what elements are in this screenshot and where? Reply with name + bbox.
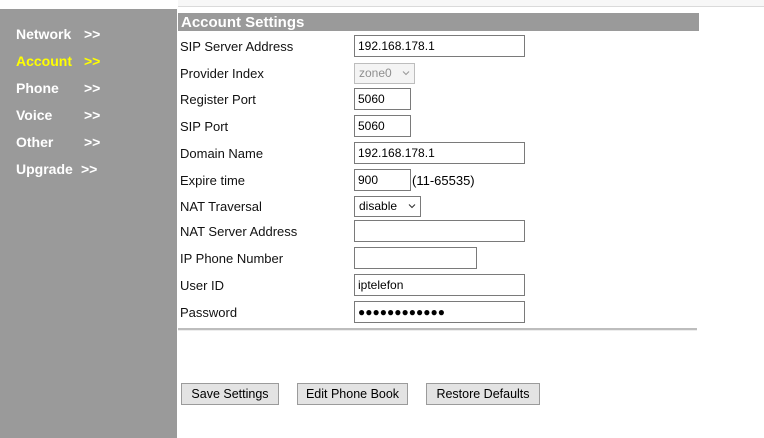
nav-item-network[interactable]: Network >> <box>16 25 100 43</box>
restore-defaults-button[interactable]: Restore Defaults <box>426 383 540 405</box>
nav-arrow: >> <box>84 53 101 69</box>
nav-item-voice[interactable]: Voice >> <box>16 106 100 124</box>
password-input[interactable]: ●●●●●●●●●●●● <box>354 301 525 323</box>
sidebar: Network >> Account >> Phone >> Voice >> Othe… <box>0 9 177 438</box>
ip-phone-number-label: IP Phone Number <box>180 251 284 266</box>
ip-phone-number-input[interactable] <box>354 247 477 269</box>
row-expire-time: Expire time 900 (11-65535) <box>178 169 699 195</box>
nav-arrow: >> <box>81 161 98 177</box>
row-password: Password ●●●●●●●●●●●● <box>178 301 699 327</box>
nav-item-other[interactable]: Other >> <box>16 133 100 151</box>
provider-index-select[interactable]: zone0 <box>354 63 415 84</box>
user-id-input[interactable]: iptelefon <box>354 274 525 296</box>
provider-index-value: zone0 <box>359 66 392 80</box>
register-port-input[interactable]: 5060 <box>354 88 411 110</box>
row-user-id: User ID iptelefon <box>178 274 699 300</box>
edit-phone-book-button[interactable]: Edit Phone Book <box>297 383 408 405</box>
nat-server-address-label: NAT Server Address <box>180 224 298 239</box>
expire-time-label: Expire time <box>180 173 246 188</box>
nav-label: Network <box>16 26 72 42</box>
nav-label: Phone <box>16 80 59 96</box>
provider-index-label: Provider Index <box>180 66 264 81</box>
row-provider-index: Provider Index zone0 <box>178 62 699 88</box>
section-divider <box>178 328 697 331</box>
nat-server-address-input[interactable] <box>354 220 525 242</box>
nav-arrow: >> <box>84 80 101 96</box>
nat-traversal-label: NAT Traversal <box>180 199 262 214</box>
nat-traversal-value: disable <box>359 199 398 213</box>
domain-name-input[interactable]: 192.168.178.1 <box>354 142 525 164</box>
row-sip-port: SIP Port 5060 <box>178 115 699 141</box>
nav-label: Account <box>16 53 72 69</box>
nav-label: Voice <box>16 107 53 123</box>
row-nat-server-address: NAT Server Address <box>178 220 699 246</box>
expire-time-input[interactable]: 900 <box>354 169 411 191</box>
row-ip-phone-number: IP Phone Number <box>178 247 699 273</box>
nav-arrow: >> <box>84 26 101 42</box>
nav-arrow: >> <box>84 107 101 123</box>
domain-name-label: Domain Name <box>180 146 264 161</box>
nav-arrow: >> <box>84 134 101 150</box>
nav-item-phone[interactable]: Phone >> <box>16 79 100 97</box>
nav-item-account[interactable]: Account >> <box>16 52 100 70</box>
sip-server-address-input[interactable]: 192.168.178.1 <box>354 35 525 57</box>
row-sip-server-address: SIP Server Address 192.168.178.1 <box>178 35 699 61</box>
user-id-label: User ID <box>180 278 225 293</box>
register-port-label: Register Port <box>180 92 256 107</box>
expire-time-range-hint: (11-65535) <box>412 173 475 188</box>
sip-port-input[interactable]: 5060 <box>354 115 411 137</box>
section-title: Account Settings <box>178 13 699 31</box>
sip-port-label: SIP Port <box>180 119 229 134</box>
chevron-down-icon <box>402 71 410 76</box>
nav-label: Other <box>16 134 54 150</box>
nav-item-upgrade[interactable]: Upgrade >> <box>16 160 97 178</box>
password-label: Password <box>180 305 238 320</box>
nav-label: Upgrade <box>16 161 73 177</box>
row-nat-traversal: NAT Traversal disable <box>178 195 699 221</box>
row-domain-name: Domain Name 192.168.178.1 <box>178 142 699 168</box>
nat-traversal-select[interactable]: disable <box>354 196 421 217</box>
row-register-port: Register Port 5060 <box>178 88 699 114</box>
chevron-down-icon <box>408 204 416 209</box>
browser-address-strip <box>178 0 764 7</box>
main-content: Account Settings SIP Server Address 192.… <box>178 9 764 438</box>
sip-server-address-label: SIP Server Address <box>180 39 294 54</box>
browser-top-strip <box>0 0 764 9</box>
save-settings-button[interactable]: Save Settings <box>181 383 279 405</box>
